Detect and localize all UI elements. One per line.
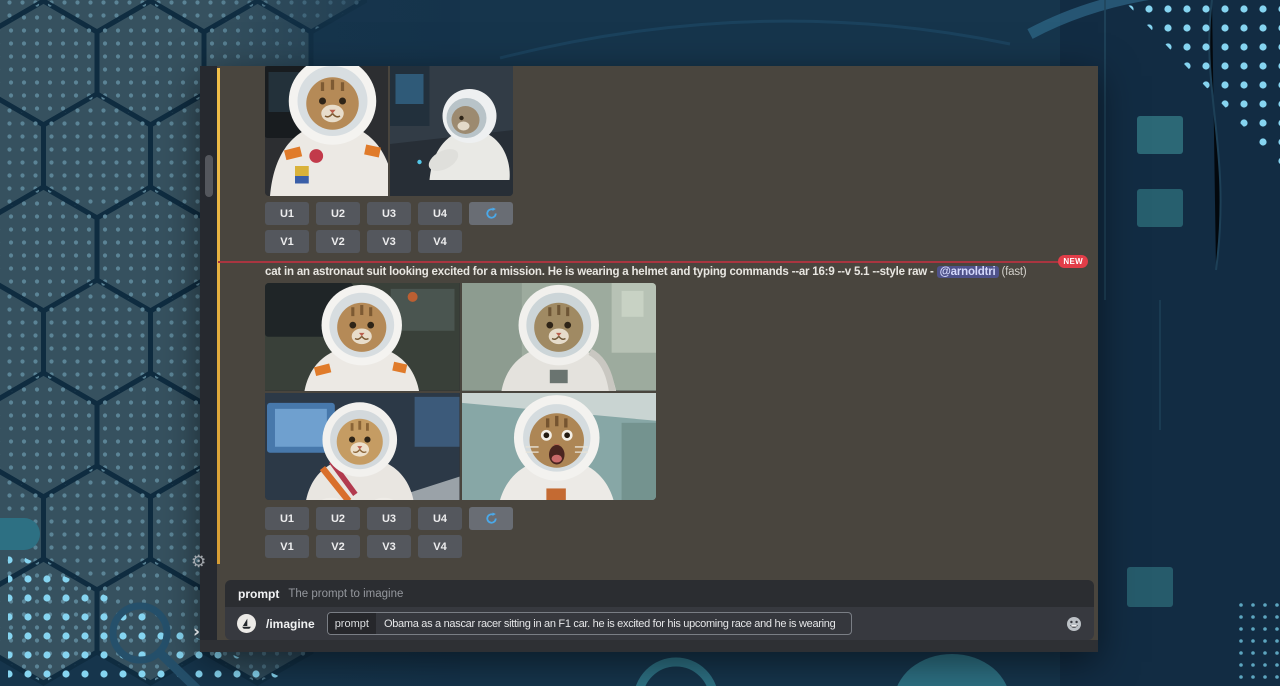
- window-footer: [200, 640, 1098, 652]
- hint-option-description: The prompt to imagine: [288, 588, 403, 600]
- generated-image-4[interactable]: [462, 393, 657, 501]
- u1-button[interactable]: U1: [265, 202, 309, 225]
- prompt-option-field[interactable]: prompt Obama as a nascar racer sitting i…: [327, 612, 852, 635]
- new-badge: NEW: [1058, 255, 1088, 268]
- reroll-button[interactable]: [469, 507, 513, 530]
- hint-option-name: prompt: [238, 587, 279, 601]
- message-input-bar[interactable]: /imagine prompt Obama as a nascar racer …: [225, 607, 1094, 640]
- generated-image-2[interactable]: [462, 283, 657, 391]
- v4-button[interactable]: V4: [418, 230, 462, 253]
- variation-row-upper: V1 V2 V3 V4: [265, 230, 462, 253]
- smiley-icon: [1066, 616, 1082, 632]
- generated-image-grid-upper: [265, 66, 513, 196]
- refresh-icon: [485, 512, 498, 525]
- imagine-command-label: /imagine: [266, 617, 315, 631]
- scrollbar-thumb[interactable]: [205, 155, 213, 197]
- user-mention[interactable]: @arnoldtri: [937, 266, 999, 278]
- reroll-button[interactable]: [469, 202, 513, 225]
- emoji-picker-button[interactable]: [1066, 616, 1082, 632]
- generated-image-upper-2[interactable]: [390, 66, 513, 196]
- v4-button[interactable]: V4: [418, 535, 462, 558]
- generated-image-grid-lower: [265, 283, 656, 500]
- speed-mode-note: (fast): [1002, 266, 1027, 278]
- v3-button[interactable]: V3: [367, 230, 411, 253]
- midjourney-avatar: [237, 614, 256, 633]
- separator: -: [930, 266, 934, 278]
- prompt-input-value[interactable]: Obama as a nascar racer sitting in an F1…: [376, 618, 844, 630]
- sailboat-icon: [240, 617, 253, 630]
- generated-image-1[interactable]: [265, 283, 460, 391]
- v3-button[interactable]: V3: [367, 535, 411, 558]
- u1-button[interactable]: U1: [265, 507, 309, 530]
- upscale-row-lower: U1 U2 U3 U4: [265, 507, 513, 530]
- u2-button[interactable]: U2: [316, 507, 360, 530]
- u4-button[interactable]: U4: [418, 202, 462, 225]
- v2-button[interactable]: V2: [316, 230, 360, 253]
- chevron-right-icon: ›: [193, 622, 200, 642]
- refresh-icon: [485, 207, 498, 220]
- v1-button[interactable]: V1: [265, 535, 309, 558]
- generated-image-3[interactable]: [265, 393, 460, 501]
- prompt-bold-text: cat in an astronaut suit looking excited…: [265, 266, 927, 278]
- prompt-option-chip: prompt: [328, 613, 376, 634]
- u2-button[interactable]: U2: [316, 202, 360, 225]
- u4-button[interactable]: U4: [418, 507, 462, 530]
- u3-button[interactable]: U3: [367, 202, 411, 225]
- upscale-row-upper: U1 U2 U3 U4: [265, 202, 513, 225]
- message-prompt-text: cat in an astronaut suit looking excited…: [265, 266, 1065, 278]
- unread-indicator-line: [217, 68, 220, 564]
- variation-row-lower: V1 V2 V3 V4: [265, 535, 462, 558]
- v2-button[interactable]: V2: [316, 535, 360, 558]
- gear-icon: ⚙: [191, 552, 206, 572]
- unread-divider: [218, 261, 1080, 263]
- generated-image-upper-1[interactable]: [265, 66, 388, 196]
- u3-button[interactable]: U3: [367, 507, 411, 530]
- discord-chat-window: U1 U2 U3 U4 V1 V2 V3 V4 NEW cat in an as…: [200, 66, 1098, 652]
- v1-button[interactable]: V1: [265, 230, 309, 253]
- slash-command-hint: prompt The prompt to imagine: [225, 580, 1094, 607]
